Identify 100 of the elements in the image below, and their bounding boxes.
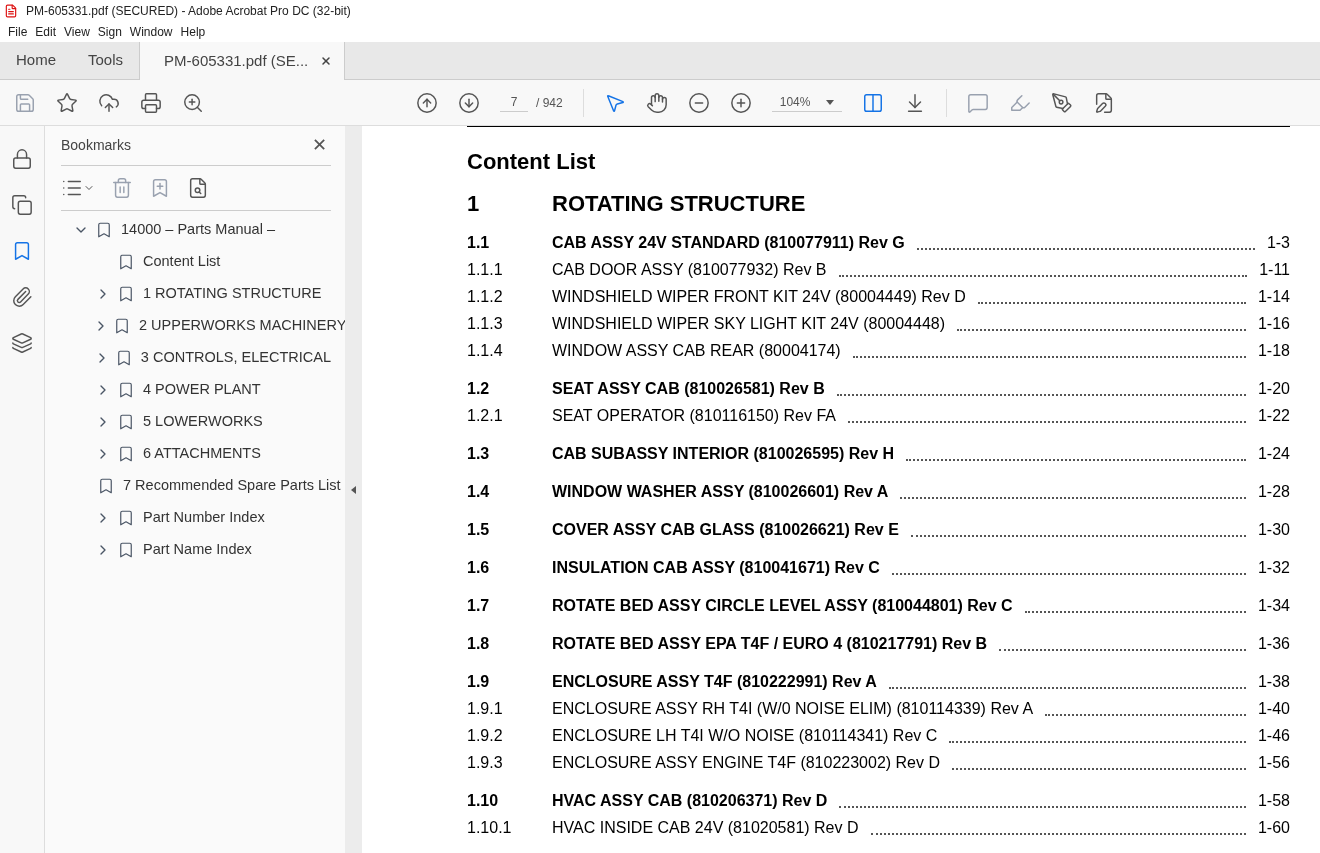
entry-title[interactable]: INSULATION CAB ASSY (810041671) Rev C (552, 556, 880, 580)
page-reference[interactable]: 1-36 (1257, 632, 1290, 656)
bookmark-icon[interactable] (117, 445, 135, 463)
entry-title[interactable]: ENCLOSURE LH T4I W/O NOISE (810114341) Rev C (552, 724, 938, 748)
page-reference[interactable]: 1-3 (1266, 231, 1290, 255)
entry-title[interactable]: CAB SUBASSY INTERIOR (810026595) Rev H (552, 442, 895, 466)
bookmark-icon[interactable] (117, 253, 135, 271)
bookmark-item[interactable]: 5 LOWERWORKS (143, 411, 263, 433)
bookmark-item[interactable]: 4 POWER PLANT (143, 379, 261, 401)
page-reference[interactable]: 1-40 (1257, 697, 1290, 721)
bookmark-item[interactable]: 14000 – Parts Manual – (121, 219, 275, 241)
bookmark-icon[interactable] (117, 285, 135, 303)
entry-title[interactable]: HVAC ASSY CAB (810206371) Rev D (552, 789, 828, 813)
page-reference[interactable]: 1-28 (1257, 480, 1290, 504)
tab[interactable]: Home (0, 42, 72, 79)
document-title: Content List (467, 148, 597, 176)
entry-title[interactable]: SEAT OPERATOR (810116150) Rev FA (552, 404, 836, 428)
bookmark-item[interactable]: Content List (143, 251, 221, 273)
page-reference[interactable]: 1-34 (1257, 594, 1290, 618)
layers-icon[interactable] (11, 332, 33, 354)
bookmark-item[interactable]: Part Number Index (143, 507, 265, 529)
menu-item[interactable]: Window (125, 23, 177, 41)
entry-title[interactable]: CAB ASSY 24V STANDARD (810077911) Rev G (552, 231, 905, 255)
menu-item[interactable]: Edit (31, 23, 61, 41)
star-icon[interactable] (56, 91, 78, 114)
caret-icon[interactable] (825, 99, 834, 105)
entry-number: 1.9 (467, 672, 491, 692)
bookmark-item[interactable]: 1 ROTATING STRUCTURE (143, 283, 322, 305)
bookmark-item[interactable]: 6 ATTACHMENTS (143, 443, 261, 465)
page-reference[interactable]: 1-18 (1257, 339, 1290, 363)
page-reference[interactable]: 1-32 (1257, 556, 1290, 580)
sign-pen-icon[interactable] (1050, 91, 1073, 114)
bookmark-icon[interactable] (117, 509, 135, 527)
page-number-field[interactable]: 7 (500, 93, 528, 112)
tab[interactable]: Tools (72, 42, 140, 79)
upload-cloud-icon[interactable] (98, 91, 120, 114)
previous-page-icon[interactable] (416, 91, 438, 114)
entry-title[interactable]: ROTATE BED ASSY EPA T4F / EURO 4 (810217791) Rev B (552, 632, 988, 656)
entry-title[interactable]: WINDSHIELD WIPER SKY LIGHT KIT 24V (80004448) (552, 312, 946, 336)
paperclip-icon[interactable] (11, 286, 33, 308)
find-bookmark-icon[interactable] (187, 177, 209, 199)
entry-title[interactable]: WINDOW WASHER ASSY (810026601) Rev A (552, 480, 889, 504)
tab[interactable]: PM-605331.pdf (SE... (139, 42, 346, 80)
page-reference[interactable]: 1-20 (1257, 377, 1290, 401)
menu-item[interactable]: File (4, 23, 32, 41)
entry-number: 1.9.1 (467, 699, 504, 719)
close-icon[interactable] (320, 55, 333, 67)
entry-title[interactable]: ENCLOSURE ASSY T4F (810222991) Rev A (552, 670, 877, 694)
page-reference[interactable]: 1-46 (1257, 724, 1290, 748)
bookmark-icon[interactable] (97, 477, 115, 495)
lock-icon[interactable] (11, 148, 33, 170)
entry-number: 1.6 (467, 558, 491, 578)
entry-title[interactable]: ENCLOSURE ASSY RH T4I (W/0 NOISE ELIM) (810114339) Rev A (552, 697, 1034, 721)
page-reference[interactable]: 1-38 (1257, 670, 1290, 694)
menu-item[interactable]: Help (176, 23, 210, 41)
bookmark-icon[interactable] (113, 317, 131, 335)
entry-number: 1.8 (467, 634, 491, 654)
page-reference[interactable]: 1-60 (1257, 816, 1290, 840)
zoom-dropdown[interactable]: 104% (771, 93, 842, 112)
page-reference[interactable]: 1-14 (1257, 285, 1290, 309)
menu-item[interactable]: View (60, 23, 94, 41)
collapse-arrow-icon[interactable] (351, 485, 356, 494)
entry-number: 1.1 (467, 233, 491, 253)
page-reference[interactable]: 1-11 (1259, 258, 1290, 282)
page-reference[interactable]: 1-30 (1257, 518, 1290, 542)
pages-icon[interactable] (11, 194, 33, 216)
bookmark-icon[interactable] (117, 541, 135, 559)
entry-title[interactable]: HVAC INSIDE CAB 24V (81020581) Rev D (552, 816, 859, 840)
zoom-in-icon[interactable] (729, 91, 752, 114)
entry-title[interactable]: ENCLOSURE ASSY ENGINE T4F (810223002) Rev D (552, 751, 940, 775)
next-page-icon[interactable] (458, 91, 480, 114)
pdf-app-icon (4, 4, 18, 18)
bookmark-item[interactable]: Part Name Index (143, 539, 252, 561)
zoom-out-icon[interactable] (687, 91, 710, 114)
close-button[interactable]: ✕ (308, 132, 331, 159)
entry-title[interactable]: SEAT ASSY CAB (810026581) Rev B (552, 377, 825, 401)
entry-title[interactable]: WINDSHIELD WIPER FRONT KIT 24V (80004449) Rev D (552, 285, 966, 309)
bookmark-icon[interactable] (95, 221, 113, 239)
page-reference[interactable]: 1-56 (1257, 751, 1290, 775)
print-icon[interactable] (140, 91, 162, 114)
hand-icon[interactable] (645, 91, 668, 114)
page-reference[interactable]: 1-16 (1257, 312, 1290, 336)
page-reference[interactable]: 1-58 (1257, 789, 1290, 813)
page-count: / 942 (536, 94, 563, 112)
bookmark-item[interactable]: 3 CONTROLS, ELECTRICAL (140, 347, 331, 369)
menu-item[interactable]: Sign (93, 23, 126, 41)
bookmark-icon[interactable] (117, 413, 135, 431)
page-reference[interactable]: 1-24 (1257, 442, 1290, 466)
entry-title[interactable]: WINDOW ASSY CAB REAR (80004174) (552, 339, 841, 363)
entry-title[interactable]: ROTATE BED ASSY CIRCLE LEVEL ASSY (810044801) Rev C (552, 594, 1013, 618)
bookmark-item[interactable]: 7 Recommended Spare Parts List (123, 475, 341, 497)
bookmark-icon[interactable] (117, 381, 135, 399)
page-reference[interactable]: 1-22 (1257, 404, 1290, 428)
entry-title[interactable]: COVER ASSY CAB GLASS (810026621) Rev E (552, 518, 899, 542)
search-icon[interactable] (182, 91, 204, 114)
page-layout-icon[interactable] (861, 91, 884, 114)
bookmark-item[interactable]: 2 UPPERWORKS MACHINERY (139, 315, 347, 337)
entry-number: 1.1.1 (467, 260, 504, 280)
entry-number: 1.10 (467, 791, 500, 811)
entry-title[interactable]: CAB DOOR ASSY (810077932) Rev B (552, 258, 827, 282)
